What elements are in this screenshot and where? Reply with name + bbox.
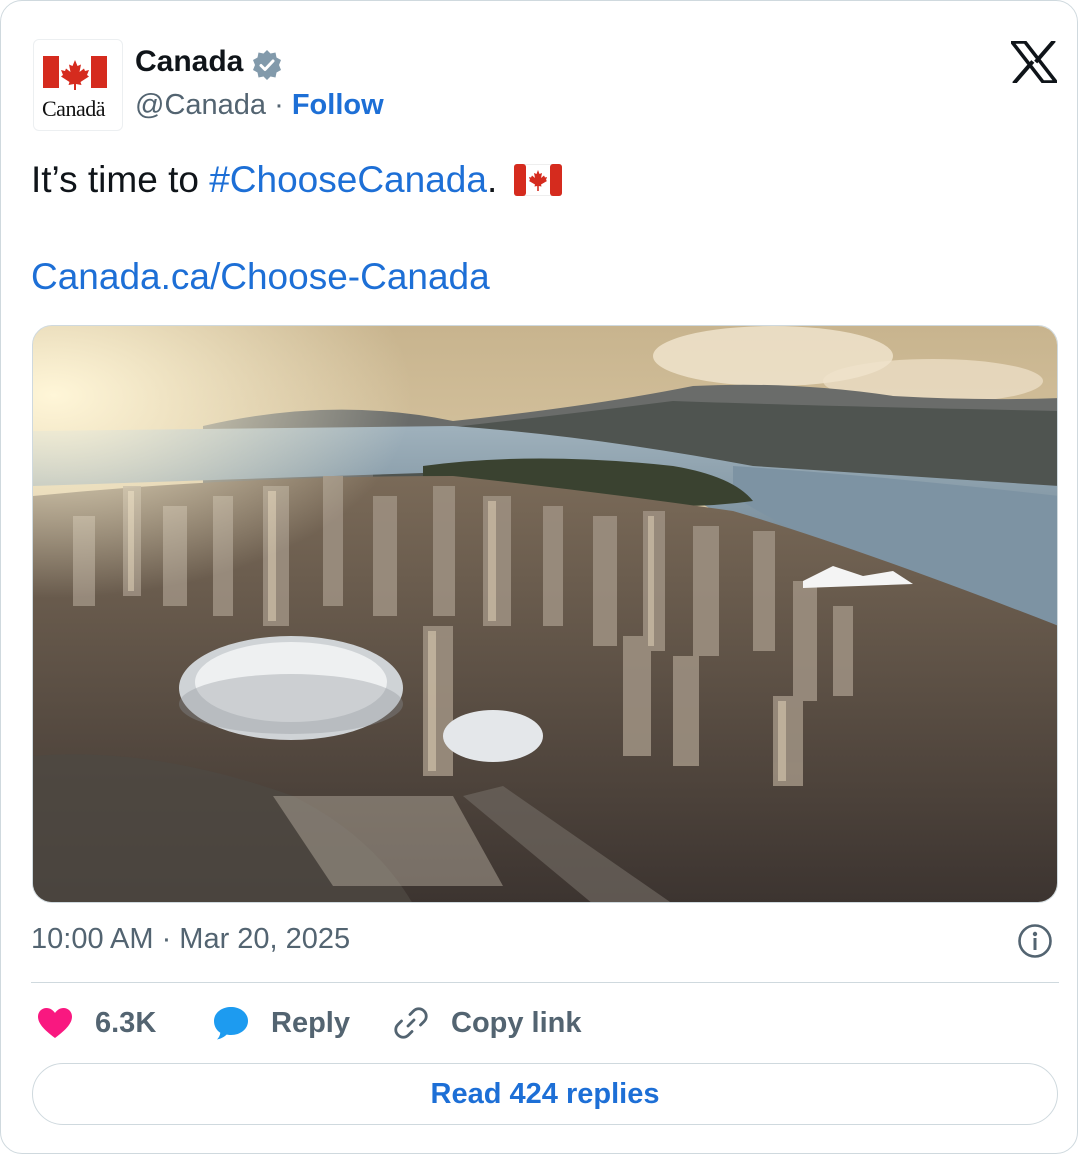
- post-text-prefix: It’s time to: [31, 159, 210, 200]
- separator: ·: [274, 89, 284, 121]
- handle-row: @Canada · Follow: [135, 89, 384, 122]
- hashtag-link[interactable]: #ChooseCanada: [209, 159, 487, 200]
- account-name[interactable]: Canada: [135, 45, 243, 79]
- avatar[interactable]: Canadä: [33, 39, 123, 131]
- verified-badge-icon: [253, 50, 281, 80]
- read-replies-button[interactable]: Read 424 replies: [32, 1063, 1058, 1125]
- like-button[interactable]: 6.3K: [37, 1003, 156, 1043]
- copy-link-label: Copy link: [451, 1006, 582, 1039]
- x-logo-icon[interactable]: [1011, 41, 1057, 83]
- reply-button[interactable]: Reply: [213, 1003, 350, 1043]
- choose-canada-link[interactable]: Canada.ca/Choose-Canada: [31, 256, 490, 298]
- heart-icon: [38, 1008, 72, 1038]
- embedded-post-card: Canadä Canada @Canada · Follow It’s time…: [0, 0, 1078, 1154]
- copy-link-button[interactable]: Copy link: [393, 1003, 582, 1043]
- account-handle[interactable]: @Canada: [135, 89, 266, 121]
- canada-flag-emoji-icon: [513, 164, 562, 196]
- vancouver-aerial-photo: [33, 326, 1057, 902]
- canada-wordmark: Canadä: [42, 96, 105, 121]
- info-icon[interactable]: [1017, 923, 1053, 959]
- post-media-image[interactable]: [32, 325, 1058, 903]
- like-count: 6.3K: [95, 1006, 157, 1039]
- link-icon: [394, 1007, 428, 1039]
- post-text: It’s time to #ChooseCanada.: [31, 159, 562, 201]
- follow-button[interactable]: Follow: [292, 89, 384, 121]
- post-timestamp[interactable]: 10:00 AM · Mar 20, 2025: [31, 923, 350, 956]
- post-text-suffix: .: [486, 159, 498, 200]
- canada-flag-logo-icon: [43, 56, 107, 90]
- reply-label: Reply: [271, 1006, 350, 1039]
- divider: [31, 982, 1059, 983]
- reply-bubble-icon: [214, 1007, 248, 1040]
